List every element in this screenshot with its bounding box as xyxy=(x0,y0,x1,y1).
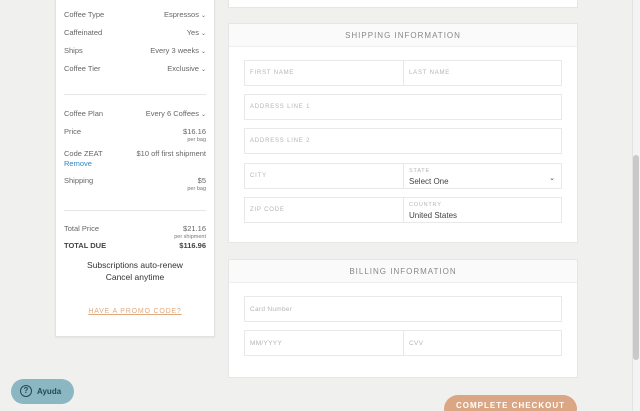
zip-code-field[interactable]: ZIP CODE xyxy=(244,197,404,223)
zip-code-placeholder: ZIP CODE xyxy=(250,207,285,213)
first-name-field[interactable]: FIRST NAME xyxy=(244,60,404,86)
coffee-plan-select[interactable]: Every 6 Coffees ⌄ xyxy=(146,109,206,118)
ships-label: Ships xyxy=(64,46,83,55)
state-label: STATE xyxy=(409,168,430,174)
state-value: Select One xyxy=(409,177,449,186)
card-number-field[interactable]: Card Number xyxy=(244,296,562,322)
last-name-field[interactable]: LAST NAME xyxy=(403,60,562,86)
country-label: COUNTRY xyxy=(409,202,442,208)
code-discount: $10 off first shipment xyxy=(136,149,206,158)
total-due-value: $116.96 xyxy=(179,241,206,250)
total-price-unit: per shipment xyxy=(174,234,206,240)
expiry-placeholder: MM/YYYY xyxy=(250,340,283,347)
expiry-field[interactable]: MM/YYYY xyxy=(244,330,404,356)
remove-code-link[interactable]: Remove xyxy=(64,159,103,168)
total-price-label: Total Price xyxy=(64,224,100,233)
cvv-placeholder: CVV xyxy=(409,340,424,347)
country-value: United States xyxy=(409,211,458,220)
price-unit: per bag xyxy=(187,137,206,143)
state-select[interactable]: STATE Select One ⌄ xyxy=(403,163,562,189)
coffee-tier-select[interactable]: Exclusive ⌄ xyxy=(167,64,206,73)
order-summary-panel: Coffee Type Espressos ⌄ Caffeinated Yes ⌄ … xyxy=(55,0,215,337)
city-field[interactable]: CITY xyxy=(244,163,404,189)
scrollbar-thumb[interactable] xyxy=(633,155,639,360)
address-line-1-placeholder: ADDRESS LINE 1 xyxy=(250,104,311,110)
previous-card xyxy=(228,0,578,8)
help-label: Ayuda xyxy=(37,387,62,396)
cancel-anytime-text: Cancel anytime xyxy=(105,272,165,282)
chevron-down-icon: ⌄ xyxy=(200,49,206,55)
scrollbar-track[interactable] xyxy=(632,0,640,411)
cvv-field[interactable]: CVV xyxy=(403,330,562,356)
divider xyxy=(64,94,206,95)
total-due-label: TOTAL DUE xyxy=(64,241,107,250)
first-name-placeholder: FIRST NAME xyxy=(250,70,295,76)
help-button[interactable]: ? Ayuda xyxy=(11,379,74,404)
price-label: Price xyxy=(64,127,82,136)
address-line-1-field[interactable]: ADDRESS LINE 1 xyxy=(244,94,562,120)
last-name-placeholder: LAST NAME xyxy=(409,70,451,76)
chevron-down-icon: ⌄ xyxy=(200,112,206,118)
total-price-value: $21.16 per shipment xyxy=(174,224,206,240)
city-placeholder: CITY xyxy=(250,173,267,179)
shipping-title: SHIPPING INFORMATION xyxy=(229,24,577,47)
billing-information-card: BILLING INFORMATION Card Number MM/YYYY … xyxy=(228,259,578,378)
address-line-2-field[interactable]: ADDRESS LINE 2 xyxy=(244,128,562,154)
coffee-type-select[interactable]: Espressos ⌄ xyxy=(164,10,206,19)
card-number-placeholder: Card Number xyxy=(250,306,293,313)
chevron-down-icon: ⌄ xyxy=(549,175,555,182)
caffeinated-select[interactable]: Yes ⌄ xyxy=(187,28,206,37)
promo-code-link[interactable]: HAVE A PROMO CODE? xyxy=(56,308,214,315)
shipping-information-card: SHIPPING INFORMATION FIRST NAME LAST NAM… xyxy=(228,23,578,243)
billing-title: BILLING INFORMATION xyxy=(229,260,577,283)
coffee-type-label: Coffee Type xyxy=(64,10,105,19)
shipping-value: $5 per bag xyxy=(187,176,206,192)
chevron-down-icon: ⌄ xyxy=(200,13,206,19)
coffee-tier-label: Coffee Tier xyxy=(64,64,101,73)
shipping-label: Shipping xyxy=(64,176,94,185)
address-line-2-placeholder: ADDRESS LINE 2 xyxy=(250,138,311,144)
help-icon: ? xyxy=(20,385,32,397)
caffeinated-label: Caffeinated xyxy=(64,28,103,37)
complete-checkout-button[interactable]: COMPLETE CHECKOUT xyxy=(444,395,577,411)
price-value: $16.16 per bag xyxy=(183,127,206,143)
ships-select[interactable]: Every 3 weeks ⌄ xyxy=(150,46,206,55)
divider xyxy=(64,210,206,211)
country-field[interactable]: COUNTRY United States xyxy=(403,197,562,223)
coffee-plan-label: Coffee Plan xyxy=(64,109,104,118)
chevron-down-icon: ⌄ xyxy=(200,67,206,73)
code-label: Code ZEAT Remove xyxy=(64,149,103,168)
shipping-unit: per bag xyxy=(187,186,206,192)
chevron-down-icon: ⌄ xyxy=(200,31,206,37)
auto-renew-text: Subscriptions auto-renew xyxy=(87,260,183,270)
